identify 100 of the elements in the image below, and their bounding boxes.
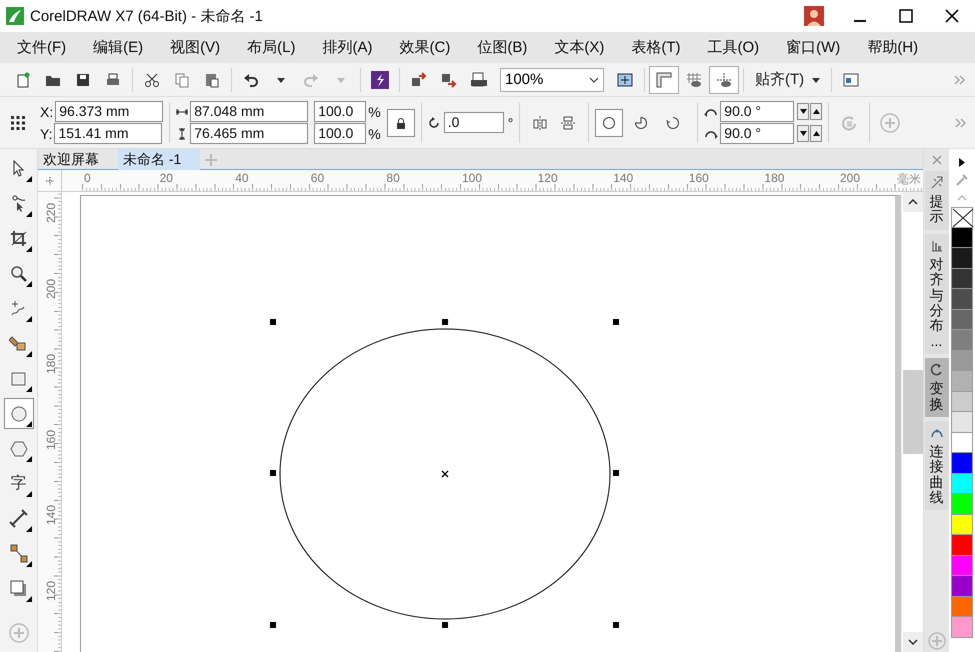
scrollbar-thumb[interactable] xyxy=(902,370,922,454)
drop-shadow-icon xyxy=(8,578,28,598)
height-field[interactable]: 76.465 mm xyxy=(190,123,308,144)
ruler-label: 120 xyxy=(536,171,558,185)
redo-icon xyxy=(303,72,319,88)
launcher-icon xyxy=(371,70,389,88)
double-chevron-icon xyxy=(954,74,966,84)
arc-icon xyxy=(666,116,680,130)
connector-icon xyxy=(8,544,28,564)
x-position-field[interactable]: 96.373 mm xyxy=(55,101,164,122)
menu-item[interactable]: 帮助(H) xyxy=(856,34,930,61)
spin-down-button[interactable] xyxy=(797,103,810,120)
start-angle-field[interactable]: 90.0 ° xyxy=(720,101,794,122)
color-swatch[interactable] xyxy=(951,350,973,371)
caret-up-icon xyxy=(812,131,820,136)
text-tool-button[interactable]: 字 xyxy=(4,468,34,499)
color-swatch[interactable] xyxy=(951,453,973,474)
chevron-down-icon xyxy=(589,76,599,82)
window-title: CorelDRAW X7 (64-Bit) - 未命名 -1 xyxy=(30,6,264,26)
spin-up-button[interactable] xyxy=(810,125,822,142)
app-logo-icon xyxy=(6,7,24,25)
spin-down-button[interactable] xyxy=(797,125,810,142)
align-icon xyxy=(930,238,944,253)
degree-label: ° xyxy=(508,114,514,130)
ellipse-mode-button[interactable] xyxy=(595,108,624,136)
color-swatch[interactable] xyxy=(951,617,973,638)
width-field[interactable]: 87.048 mm xyxy=(190,101,308,122)
caret-up-icon xyxy=(812,109,820,114)
rotation-angle-field[interactable]: .0 xyxy=(444,112,504,133)
menu-item[interactable]: 排列(A) xyxy=(312,34,384,61)
docker-tab[interactable]: 对齐与分布... xyxy=(924,234,948,354)
color-swatch[interactable] xyxy=(951,432,973,453)
ellipse-tool-button[interactable] xyxy=(4,398,34,429)
mirror-horizontal-icon xyxy=(532,114,548,130)
menu-item[interactable]: 文件(F) xyxy=(6,34,78,61)
scissors-icon xyxy=(144,72,160,88)
rotate-icon xyxy=(428,116,440,128)
scale-x-field[interactable]: 100.0 xyxy=(314,101,366,122)
color-swatch[interactable] xyxy=(951,576,973,596)
menu-item[interactable]: 编辑(E) xyxy=(82,34,154,61)
caret-icon xyxy=(812,76,820,84)
close-icon xyxy=(945,9,959,23)
guides-toggle-button[interactable] xyxy=(709,66,739,94)
color-swatch[interactable] xyxy=(951,596,973,617)
ruler-label: 140 xyxy=(44,504,58,526)
menu-item[interactable]: 表格(T) xyxy=(620,34,692,61)
color-swatch[interactable] xyxy=(951,494,973,514)
scale-y-field[interactable]: 100.0 xyxy=(314,123,366,144)
ruler-label: 80 xyxy=(385,171,400,185)
docker-tab[interactable]: 变换 xyxy=(924,358,948,417)
color-swatch[interactable] xyxy=(951,330,973,350)
y-position-field[interactable]: 151.41 mm xyxy=(54,123,162,144)
menu-item[interactable]: 效果(C) xyxy=(388,34,462,61)
end-angle-field[interactable]: 90.0 ° xyxy=(720,123,794,144)
color-swatch[interactable] xyxy=(951,268,973,289)
double-chevron-icon xyxy=(955,118,967,128)
menu-item[interactable]: 文本(X) xyxy=(543,34,616,61)
docker-tab[interactable]: 连接曲线 xyxy=(924,420,948,510)
add-icon xyxy=(8,622,28,642)
ruler-label: 20 xyxy=(158,171,173,185)
ruler-label: 40 xyxy=(234,171,249,185)
color-swatch[interactable] xyxy=(951,535,973,556)
spin-up-button[interactable] xyxy=(810,103,822,120)
document-tab[interactable]: 欢迎屏幕 xyxy=(38,149,118,170)
ruler-label: 160 xyxy=(44,428,58,450)
no-color-swatch[interactable] xyxy=(951,207,973,228)
menu-item[interactable]: 窗口(W) xyxy=(775,34,852,61)
color-swatch[interactable] xyxy=(951,474,973,494)
color-swatch[interactable] xyxy=(951,228,973,248)
document-tab[interactable]: 未命名 -1 xyxy=(118,149,200,170)
zoom-level-dropdown[interactable]: 100% xyxy=(500,68,604,92)
scroll-up-button[interactable] xyxy=(902,192,922,212)
color-swatch[interactable] xyxy=(951,392,973,412)
ruler-label: 200 xyxy=(839,171,860,185)
color-swatch[interactable] xyxy=(951,556,973,576)
rulers-toggle-button[interactable] xyxy=(649,66,679,94)
docker-tab[interactable]: 提示 xyxy=(924,171,948,230)
color-swatch[interactable] xyxy=(951,514,973,535)
menu-item[interactable]: 视图(V) xyxy=(159,34,232,61)
color-swatch[interactable] xyxy=(951,310,973,330)
color-swatch[interactable] xyxy=(951,289,973,310)
ruler-origin-icon xyxy=(44,174,56,186)
triangle-right-icon xyxy=(959,158,965,166)
lock-ratio-button[interactable] xyxy=(386,108,415,136)
scroll-down-button[interactable] xyxy=(902,632,922,652)
menu-item[interactable]: 位图(B) xyxy=(466,34,538,61)
color-swatch[interactable] xyxy=(951,412,973,432)
snap-to-dropdown[interactable]: 贴齐(T) xyxy=(748,66,828,94)
ruler-label: 0 xyxy=(83,171,91,185)
copy-icon xyxy=(174,72,190,88)
direction-icon xyxy=(841,114,858,130)
chevron-up-icon xyxy=(908,199,918,205)
menu-item[interactable]: 工具(O) xyxy=(696,34,770,61)
menu-item[interactable]: 布局(L) xyxy=(236,34,306,61)
lock-icon xyxy=(396,116,406,128)
pie-icon xyxy=(634,116,648,130)
color-swatch[interactable] xyxy=(951,371,973,392)
ruler-label: 120 xyxy=(44,580,58,602)
color-swatch[interactable] xyxy=(951,248,973,268)
options-icon xyxy=(843,72,860,86)
